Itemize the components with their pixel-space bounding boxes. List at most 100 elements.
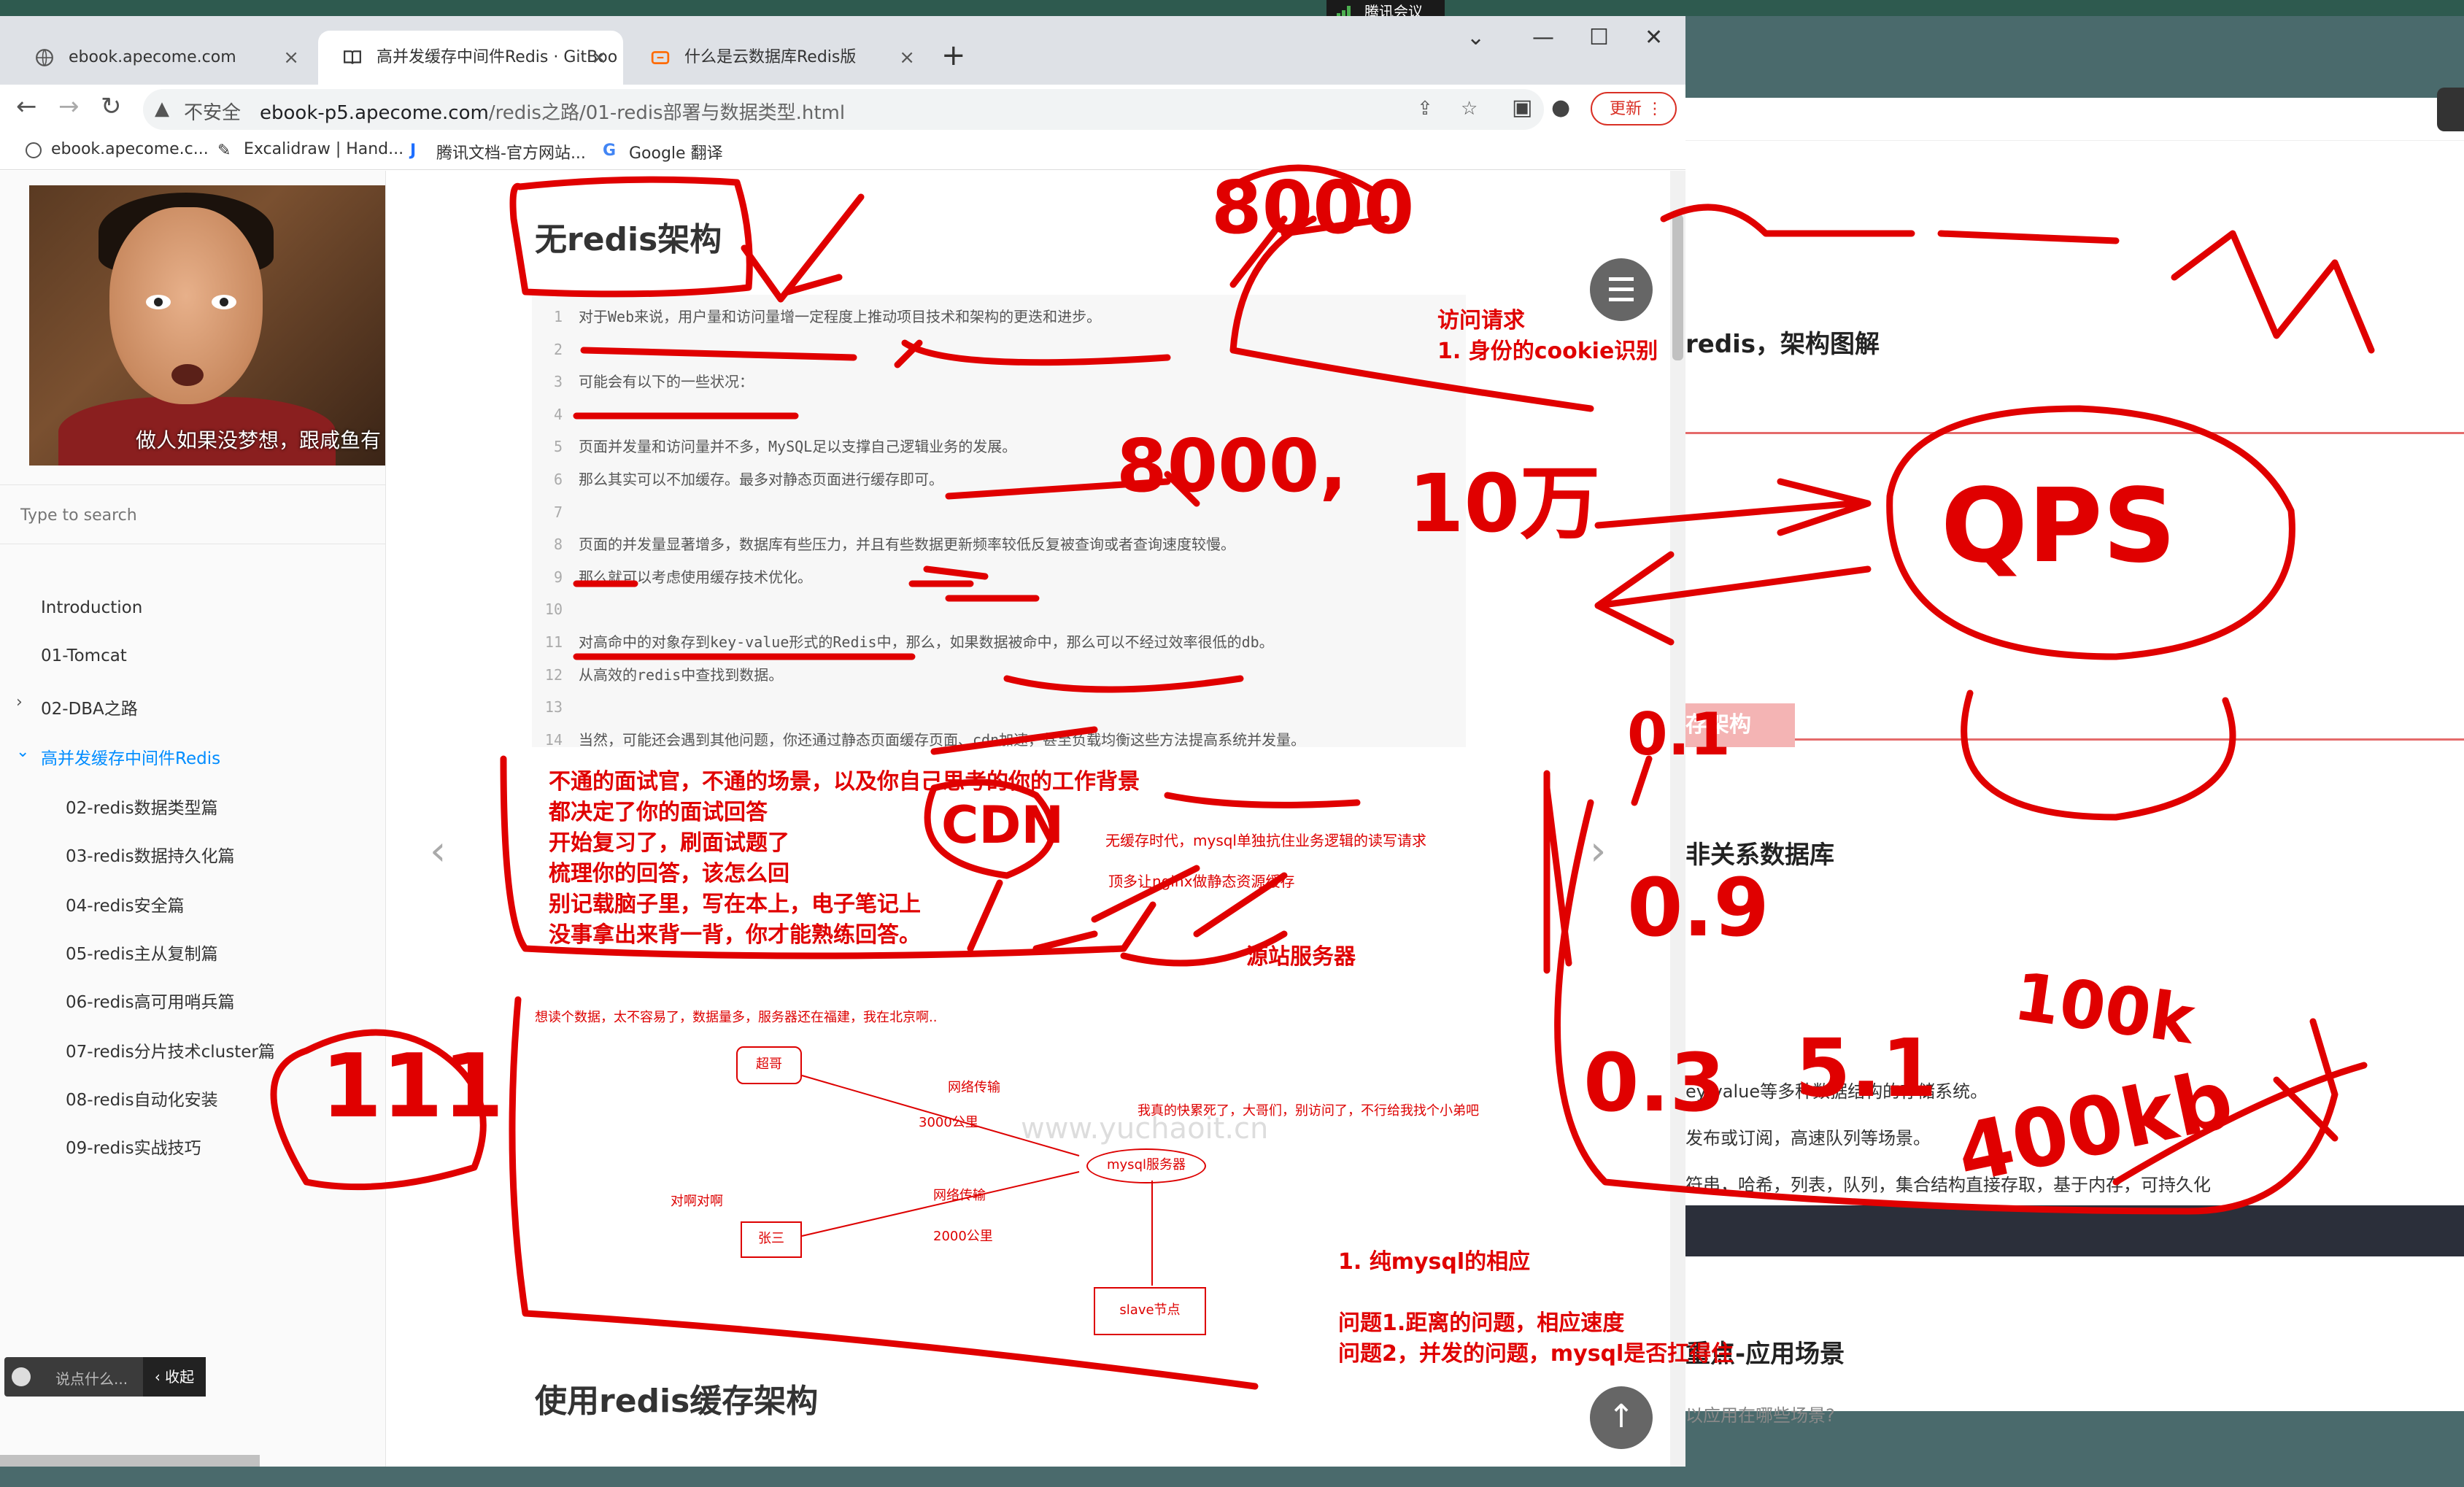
globe-icon (36, 49, 53, 66)
code-line: 1 对于Web来说，用户量和访问量增一定程度上推动项目技术和架构的更迭和进步。 (532, 301, 1466, 333)
chevron-down-icon[interactable]: ⌄ (16, 743, 29, 761)
new-tab-button[interactable]: + (941, 41, 966, 70)
window-close-icon[interactable]: ✕ (1645, 25, 1663, 50)
bookmark-label: ebook.apecome.c... (51, 140, 209, 158)
address-bar[interactable]: ▲ 不安全 ebook-p5.apecome.com/redis之路/01-re… (143, 89, 1544, 130)
book-sidebar: 做人如果没梦想，跟咸鱼有 Introduction 01-Tomcat › 02… (0, 171, 386, 1468)
chat-input[interactable]: 说点什么... (55, 1367, 128, 1388)
back-icon[interactable]: ← (16, 92, 37, 121)
desktop-bottom (0, 1467, 2464, 1487)
sidebar-item-introduction[interactable]: Introduction (41, 598, 142, 617)
tab-label: 高并发缓存中间件Redis · GitBoo (376, 48, 618, 66)
bookmark-label: 腾讯文档-官方网站... (436, 144, 586, 163)
aliyun-icon (651, 51, 670, 64)
search-input[interactable] (19, 500, 358, 530)
tab-ebook[interactable]: ebook.apecome.com × (10, 31, 315, 85)
tab-label: ebook.apecome.com (69, 48, 236, 66)
minimize-icon[interactable]: — (1532, 25, 1554, 50)
line-number: 5 (553, 438, 563, 456)
page-title: 无redis架构 (535, 221, 722, 258)
annotation-cookie: 1. 身份的cookie识别 (1437, 339, 1658, 364)
code-line: 11 对高命中的对象存到key-value形式的Redis中，那么，如果数据被命中… (532, 626, 1466, 658)
annotation-q2: 问题2，并发的问题，mysql是否扛得住 (1338, 1341, 1734, 1367)
line-number: 9 (553, 568, 563, 586)
sidebar-item-redis-replication[interactable]: 05-redis主从复制篇 (66, 940, 218, 965)
collapse-button[interactable]: ‹ 收起 (143, 1357, 206, 1397)
chevron-right-icon[interactable]: › (16, 693, 23, 711)
code-line: 13 (532, 691, 1466, 723)
sidepanel-icon[interactable]: ▣ (1512, 95, 1532, 120)
architecture-diagram: 想读个数据，太不容易了，数据量多，服务器还在福建，我在北京啊.. 超哥 网络传输… (525, 1003, 1479, 1382)
code-block: 1 对于Web来说，用户量和访问量增一定程度上推动项目技术和架构的更迭和进步。 2 3… (532, 295, 1466, 749)
tab-redis-gitbook[interactable]: 高并发缓存中间件Redis · GitBoo × (318, 31, 623, 85)
avatar-caption: 做人如果没梦想，跟咸鱼有 (135, 428, 381, 452)
bookmark-google-translate[interactable]: G Google 翻译 (603, 140, 723, 163)
book-icon (344, 50, 361, 64)
line-number: 10 (544, 600, 563, 619)
close-icon[interactable]: × (283, 31, 299, 85)
profile-icon[interactable]: ● (1551, 95, 1570, 120)
annotation-interview-5: 别记载脑子里，写在本上，电子笔记上 (549, 892, 921, 917)
gear-icon[interactable] (2437, 88, 2464, 131)
bookmark-tencent-docs[interactable]: J 腾讯文档-官方网站... (410, 140, 586, 163)
tab-aliyun-redis[interactable]: 什么是云数据库Redis版 × (626, 31, 931, 85)
reload-icon[interactable]: ↻ (101, 92, 122, 121)
sidebar-item-redis-tips[interactable]: 09-redis实战技巧 (66, 1134, 201, 1159)
warning-icon[interactable]: ▲ (155, 98, 169, 120)
bookmark-ebook[interactable]: ebook.apecome.c... (25, 140, 209, 158)
annotation-09: 0.9 (1627, 861, 1769, 954)
line-number: 3 (553, 373, 563, 391)
prev-page-arrow[interactable]: ‹ (430, 827, 446, 875)
back-to-top-button[interactable]: ↑ (1590, 1386, 1653, 1449)
sidebar-item-redis-security[interactable]: 04-redis安全篇 (66, 892, 185, 916)
update-button[interactable]: 更新 ⋮ (1591, 92, 1677, 125)
line-number: 6 (553, 471, 563, 488)
chat-widget[interactable]: 说点什么... ‹ 收起 (4, 1357, 206, 1397)
url-path: /redis之路/01-redis部署与数据类型.html (488, 102, 846, 124)
sidebar-item-redis-install[interactable]: 08-redis自动化安装 (66, 1086, 218, 1111)
sidebar-item-redis[interactable]: 高并发缓存中间件Redis (41, 744, 220, 769)
next-page-arrow[interactable]: › (1590, 827, 1606, 875)
sidebar-item-redis-sentinel[interactable]: 06-redis高可用哨兵篇 (66, 988, 235, 1013)
annotation-interview-1: 不通的面试官，不通的场景，以及你自己思考的你的工作背景 (549, 769, 1140, 795)
close-icon[interactable]: × (591, 31, 607, 85)
line-number: 7 (553, 503, 563, 521)
annotation-visit-request: 访问请求 (1437, 308, 1525, 333)
annotation-8000b: 8000, (1116, 423, 1348, 509)
bookmark-label: Excalidraw | Hand... (244, 140, 404, 158)
annotation-interview-3: 开始复习了，刷面试题了 (549, 830, 789, 856)
sidebar-item-redis-types[interactable]: 02-redis数据类型篇 (66, 794, 218, 819)
collapse-label: 收起 (165, 1368, 195, 1386)
annotation-interview-2: 都决定了你的面试回答 (549, 800, 768, 825)
code-line: 2 (532, 333, 1466, 366)
code-line: 12 从高效的redis中查找到数据。 (532, 659, 1466, 691)
bg-rule (1685, 738, 2464, 741)
code-line: 9 那么就可以考虑使用缓存技术优化。 (532, 561, 1466, 593)
tab-search-icon[interactable]: ⌄ (1467, 25, 1485, 50)
annotation-cdn: CDN (941, 795, 1065, 855)
sidebar-item-dba[interactable]: 02-DBA之路 (41, 695, 138, 719)
url-text[interactable]: ebook-p5.apecome.com/redis之路/01-redis部署与… (260, 98, 845, 125)
share-icon[interactable]: ⇪ (1417, 98, 1433, 120)
annotation-111: 111 (321, 1036, 504, 1138)
code-text: 那么就可以考虑使用缓存技术优化。 (579, 568, 812, 586)
pen-icon: ✎ (217, 142, 231, 160)
tab-bar: ebook.apecome.com × 高并发缓存中间件Redis · GitB… (0, 16, 1685, 85)
maximize-icon[interactable]: ☐ (1589, 25, 1609, 50)
star-icon[interactable]: ☆ (1461, 98, 1478, 120)
code-text: 那么其实可以不加缓存。最多对静态页面进行缓存即可。 (579, 471, 943, 488)
bookmark-excalidraw[interactable]: ✎ Excalidraw | Hand... (217, 140, 404, 160)
line-number: 11 (544, 633, 563, 651)
forward-icon[interactable]: → (58, 92, 80, 121)
line-number: 12 (544, 665, 563, 684)
main-scrollbar[interactable] (1670, 171, 1685, 1467)
sidebar-search (0, 484, 385, 544)
close-icon[interactable]: × (899, 31, 915, 85)
sidebar-item-tomcat[interactable]: 01-Tomcat (41, 646, 127, 665)
annotation-01: 0.1 (1627, 700, 1731, 768)
toc-button[interactable] (1590, 258, 1653, 321)
bg-types: 符串，哈希，列表，队列，集合结构直接存取，基于内存，可持久化 (1685, 1175, 2211, 1195)
sidebar-item-redis-cluster[interactable]: 07-redis分片技术cluster篇 (66, 1038, 275, 1062)
sidebar-item-redis-persistence[interactable]: 03-redis数据持久化篇 (66, 842, 235, 867)
section-title-redis-cache: 使用redis缓存架构 (535, 1383, 819, 1420)
